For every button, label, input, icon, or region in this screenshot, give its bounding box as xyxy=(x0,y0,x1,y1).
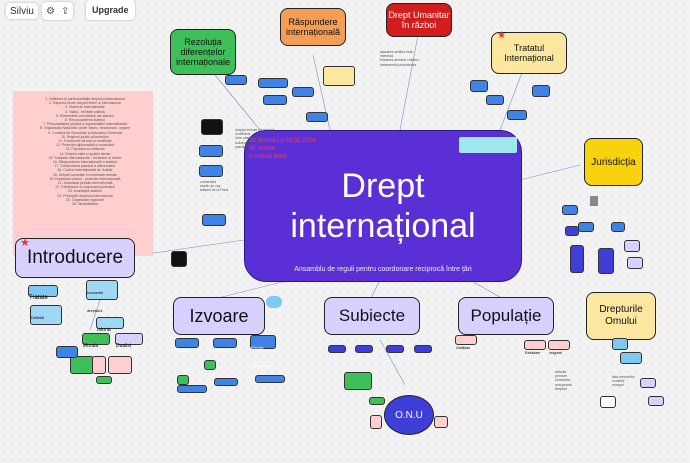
note-box[interactable] xyxy=(108,356,132,374)
cyan-note xyxy=(459,137,517,153)
branch-introducere[interactable]: Introducere xyxy=(15,238,135,278)
calendar-icon xyxy=(590,196,598,206)
text-cluster: lista membrilor consiliul europei xyxy=(612,375,635,388)
branch-rezolutia[interactable]: Rezoluția diferențelor internaționale xyxy=(170,29,236,75)
intro-node-tratate[interactable]: Tratate xyxy=(28,285,58,301)
note-box[interactable] xyxy=(370,415,382,429)
star-icon: ★ xyxy=(497,30,506,41)
note-box[interactable] xyxy=(565,226,579,236)
note-box[interactable] xyxy=(532,85,550,97)
note-box[interactable] xyxy=(96,376,112,384)
populatie-node-cetatean[interactable]: Cetățean xyxy=(455,335,477,350)
dark-note[interactable] xyxy=(201,119,223,135)
branch-populatie[interactable]: Populație xyxy=(458,297,554,335)
intro-node-istoria[interactable]: Istoria xyxy=(96,317,124,333)
populatie-node-imigrant[interactable]: Imigrant xyxy=(548,340,570,355)
note-box[interactable] xyxy=(470,80,488,92)
text-cluster: atacarea civililor este interzisă folosir… xyxy=(380,50,419,67)
notes-list-panel[interactable]: 1. Definirea și particularitățile dreptu… xyxy=(13,91,153,256)
note-box[interactable] xyxy=(70,356,94,374)
note-box[interactable] xyxy=(386,345,404,353)
populatie-node-extradare[interactable]: Extrădare xyxy=(524,340,546,355)
note-box[interactable] xyxy=(202,214,226,226)
dark-note[interactable] xyxy=(171,251,187,267)
note-box[interactable] xyxy=(612,338,628,350)
note-box[interactable] xyxy=(177,375,189,385)
intro-node-izvoare[interactable]: Izvoarele dreptului xyxy=(86,280,118,313)
note-box[interactable] xyxy=(225,75,247,85)
note-box[interactable] xyxy=(624,240,640,252)
note-box[interactable] xyxy=(263,95,287,105)
central-topic[interactable]: 3h lectură Lp 03.02.2024 45 minute 1 cul… xyxy=(244,130,522,282)
note-box[interactable] xyxy=(598,248,614,274)
note-box[interactable] xyxy=(627,257,643,269)
izvoare-node-cutume[interactable]: Cutume xyxy=(213,338,237,353)
note-box[interactable] xyxy=(92,356,106,374)
note-box[interactable] xyxy=(486,95,504,105)
note-box[interactable] xyxy=(56,346,78,358)
branch-raspundere[interactable]: Răspundere internațională xyxy=(280,8,346,46)
note-box[interactable] xyxy=(600,396,616,408)
star-icon: ★ xyxy=(20,237,30,249)
branch-onu[interactable]: O.N.U xyxy=(384,395,434,435)
branch-drepturile[interactable]: Drepturile Omului xyxy=(586,292,656,340)
note-box[interactable] xyxy=(434,416,448,428)
intro-node-morala[interactable]: Morala xyxy=(82,333,110,349)
note-box[interactable] xyxy=(328,345,346,353)
central-subtitle: Ansamblu de reguli pentru coordonare rec… xyxy=(294,266,472,273)
cloud-icon xyxy=(266,296,282,308)
branch-subiecte[interactable]: Subiecte xyxy=(324,297,420,335)
branch-jurisdictia[interactable]: Jurisdicția xyxy=(584,138,643,186)
note-box[interactable] xyxy=(369,397,385,405)
note-box[interactable] xyxy=(306,112,328,122)
intro-node-dualist[interactable]: Dualist xyxy=(115,333,143,349)
note-box[interactable] xyxy=(640,378,656,388)
branch-izvoare[interactable]: Izvoare xyxy=(173,297,265,335)
note-box[interactable] xyxy=(292,87,314,97)
note-box[interactable] xyxy=(214,378,238,386)
note-box[interactable] xyxy=(199,165,223,177)
text-cluster: dreptul trebuie să prevină conflictele în… xyxy=(235,128,275,149)
intro-node-definitii[interactable]: Definiții xyxy=(30,305,62,325)
note-box[interactable] xyxy=(570,245,584,273)
note-box[interactable] xyxy=(258,78,288,88)
note-box[interactable] xyxy=(507,110,527,120)
text-cluster: articole primare convenția europeană dreptur… xyxy=(555,370,572,391)
note-box[interactable] xyxy=(199,145,223,157)
text-cluster: comentarii studiu de caz tratatul de la Pa… xyxy=(200,180,229,193)
note-box[interactable] xyxy=(562,205,578,215)
note-box[interactable] xyxy=(578,222,594,232)
note-box[interactable] xyxy=(177,385,207,393)
izvoare-node-tratate[interactable]: Tratate xyxy=(175,338,199,353)
central-title: Drept internațional xyxy=(290,167,476,245)
izvoare-node-principii[interactable]: Principii internaționale xyxy=(250,335,276,368)
branch-umanitar[interactable]: Drept Umanitar în război xyxy=(386,3,452,37)
note-box[interactable] xyxy=(344,372,372,390)
note-box[interactable] xyxy=(255,375,285,383)
note-box[interactable] xyxy=(648,396,664,406)
note-box[interactable] xyxy=(355,345,373,353)
note-box[interactable] xyxy=(620,352,642,364)
note-box[interactable] xyxy=(414,345,432,353)
note-box[interactable] xyxy=(323,66,355,86)
note-box[interactable] xyxy=(611,222,625,232)
note-box[interactable] xyxy=(204,360,216,370)
